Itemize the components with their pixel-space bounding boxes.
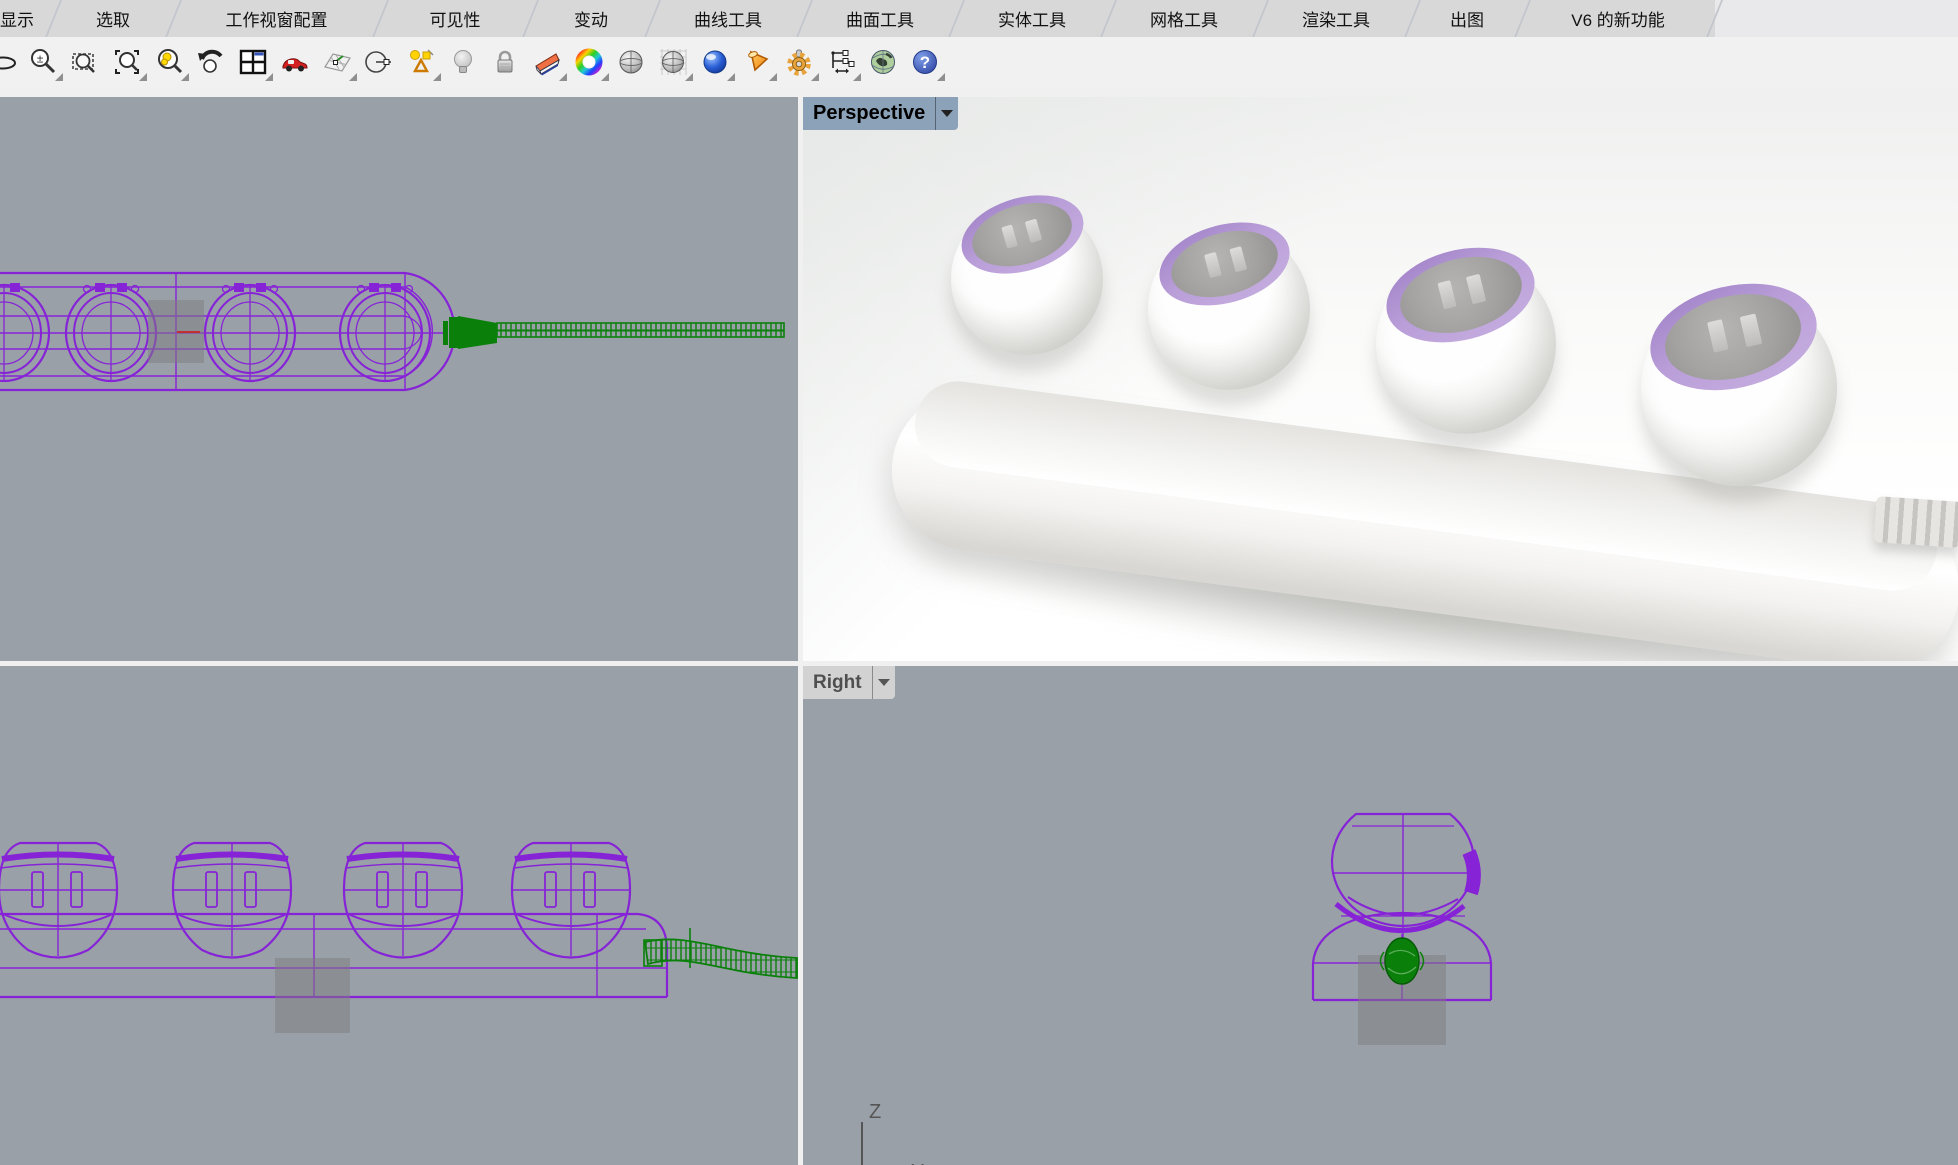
menu-tab-v6-new-features[interactable]: V6 的新功能	[1523, 0, 1713, 37]
history-constraint-icon[interactable]	[826, 47, 856, 77]
menu-tab-visibility[interactable]: 可见性	[381, 0, 529, 37]
selection-highlight-box[interactable]	[148, 300, 204, 363]
four-viewports-icon[interactable]	[238, 47, 268, 77]
power-strip-top-wireframe[interactable]	[0, 273, 455, 390]
socket-recess-3	[1392, 245, 1530, 345]
right-view-wireframe[interactable]: Z Y	[803, 666, 1958, 1165]
viewport-perspective[interactable]: Perspective	[803, 97, 1958, 661]
menu-tab-curve-tools[interactable]: 曲线工具	[653, 0, 803, 37]
rotate-view-icon[interactable]	[0, 47, 16, 77]
socket-ring-1	[952, 183, 1092, 287]
viewport-tab-perspective[interactable]: Perspective	[803, 97, 958, 130]
sphere-grid-icon[interactable]	[658, 47, 688, 77]
menu-tab-layout[interactable]: 出图	[1413, 0, 1521, 37]
globe-icon[interactable]	[868, 47, 898, 77]
menu-tab-mesh-tools[interactable]: 网格工具	[1109, 0, 1259, 37]
blue-sphere-icon[interactable]	[700, 47, 730, 77]
zoom-plus-minus-icon[interactable]: ±	[28, 47, 58, 77]
viewport-top-view[interactable]	[0, 97, 798, 661]
power-cable-rendered[interactable]	[1874, 496, 1958, 548]
color-wheel-icon[interactable]	[574, 47, 604, 77]
socket-ring-3	[1376, 233, 1544, 357]
sphere-icon[interactable]	[616, 47, 646, 77]
cplane-grid-icon[interactable]	[322, 47, 352, 77]
socket-ball-1[interactable]	[951, 203, 1103, 355]
socket-ball-3[interactable]	[1376, 254, 1556, 434]
viewport-label-perspective: Perspective	[803, 102, 935, 125]
socket-ball-4[interactable]	[1641, 290, 1837, 486]
svg-text:±: ±	[37, 52, 44, 66]
car-icon[interactable]	[280, 47, 310, 77]
socket-ring-4	[1640, 268, 1827, 405]
zoom-window-icon[interactable]	[70, 47, 100, 77]
chevron-down-icon[interactable]	[872, 666, 895, 699]
socket-recess-4	[1657, 282, 1810, 393]
cable-top-wireframe[interactable]	[443, 316, 784, 349]
socket-ball-2[interactable]	[1148, 228, 1310, 390]
zoom-extents-icon[interactable]	[154, 47, 184, 77]
menu-bar-filler	[1715, 0, 1958, 37]
menu-tab-solid-tools[interactable]: 实体工具	[957, 0, 1107, 37]
zoom-selected-icon[interactable]	[112, 47, 142, 77]
menu-tab-viewport-config[interactable]: 工作视窗配置	[174, 0, 379, 37]
menu-tab-render-tools[interactable]: 渲染工具	[1261, 0, 1411, 37]
menu-tab-transform[interactable]: 变动	[531, 0, 651, 37]
gear-icon[interactable]	[784, 47, 814, 77]
help-icon[interactable]: ?	[910, 47, 940, 77]
axis-z-label: Z	[869, 1101, 881, 1123]
svg-text:?: ?	[920, 53, 930, 72]
viewport-right-view[interactable]: Z Y Right	[803, 666, 1958, 1165]
viewport-tab-right[interactable]: Right	[803, 666, 895, 699]
front-view-wireframe[interactable]	[0, 666, 798, 1165]
cone-spotlight-icon[interactable]	[742, 47, 772, 77]
selection-highlight-box[interactable]	[275, 958, 350, 1033]
point-objects-icon[interactable]	[406, 47, 436, 77]
socket-recess-1	[965, 193, 1079, 277]
socket-recess-2	[1163, 219, 1284, 307]
menu-tab-bar: 显示 选取 工作视窗配置 可见性 变动 曲线工具 曲面工具 实体工具 网格工具 …	[0, 0, 1958, 37]
axis-indicator: Z Y	[862, 1101, 924, 1165]
lightbulb-icon[interactable]	[448, 47, 478, 77]
menu-tab-display[interactable]: 显示	[0, 0, 52, 37]
axis-y-label: Y	[911, 1161, 924, 1165]
top-view-wireframe[interactable]	[0, 97, 798, 661]
rhino-window: { "menubar": { "tabs": [ {"label": "显示"}…	[0, 0, 1958, 1165]
undo-view-icon[interactable]	[196, 47, 226, 77]
viewport-label-right: Right	[803, 672, 872, 694]
lock-icon[interactable]	[490, 47, 520, 77]
menu-tab-surface-tools[interactable]: 曲面工具	[805, 0, 955, 37]
viewport-workspace: Perspective	[0, 87, 1958, 1165]
chevron-down-icon[interactable]	[935, 97, 958, 130]
pie-slice-icon[interactable]	[532, 47, 562, 77]
toolbar: ± ?	[0, 37, 1958, 87]
menu-tab-select[interactable]: 选取	[54, 0, 172, 37]
viewport-front-view[interactable]	[0, 666, 798, 1165]
circle-handle-icon[interactable]	[364, 47, 394, 77]
socket-ring-2	[1150, 209, 1298, 318]
